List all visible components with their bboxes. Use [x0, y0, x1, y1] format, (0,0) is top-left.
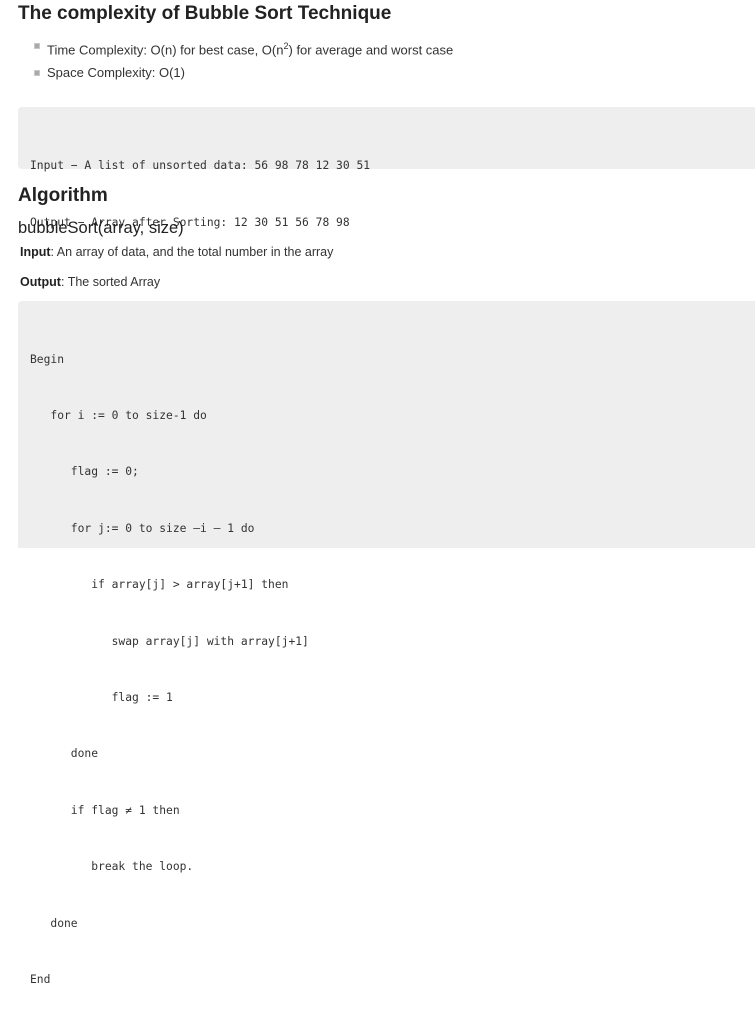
input-description: Input: An array of data, and the total n…: [20, 245, 333, 259]
space-complexity-text: Space Complexity: O(1): [47, 65, 185, 80]
list-item-space-complexity: Space Complexity: O(1): [34, 63, 453, 90]
pseudocode-block: Begin for i := 0 to size-1 do flag := 0;…: [18, 301, 755, 986]
code-line: done: [30, 916, 78, 930]
output-text: : The sorted Array: [60, 275, 161, 289]
code-line: if flag ≠ 1 then: [30, 803, 180, 817]
input-label: Input: [20, 245, 51, 259]
example-input-line: Input − A list of unsorted data: 56 98 7…: [30, 159, 371, 172]
pseudocode: Begin for i := 0 to size-1 do flag := 0;…: [30, 313, 309, 1027]
code-line: flag := 1: [30, 690, 173, 704]
input-text: : An array of data, and the total number…: [50, 245, 334, 259]
time-complexity-text: Time Complexity: O(n) for best case, O(n: [47, 42, 284, 58]
square-bullet-icon: [34, 43, 40, 49]
example-code-block: Input − A list of unsorted data: 56 98 7…: [18, 107, 755, 229]
function-signature: bubbleSort(array, size): [18, 219, 184, 237]
code-line: done: [30, 747, 99, 761]
complexity-heading: The complexity of Bubble Sort Technique: [18, 3, 392, 24]
code-line: Begin: [30, 352, 65, 366]
output-label: Output: [20, 275, 61, 289]
code-line: swap array[j] with array[j+1]: [30, 634, 309, 648]
code-line: break the loop.: [30, 860, 194, 874]
output-description: Output: The sorted Array: [20, 275, 160, 289]
code-line: End: [30, 972, 51, 986]
time-complexity-rest: ) for average and worst case: [288, 42, 454, 58]
square-bullet-icon: [34, 70, 40, 76]
complexity-list: Time Complexity: O(n) for best case, O(n…: [34, 36, 453, 90]
code-line: for j:= 0 to size –i – 1 do: [30, 521, 255, 535]
list-item-time-complexity: Time Complexity: O(n) for best case, O(n…: [34, 36, 453, 63]
code-line: flag := 0;: [30, 465, 139, 479]
code-line: for i := 0 to size-1 do: [30, 408, 207, 422]
code-line: if array[j] > array[j+1] then: [30, 578, 289, 592]
algorithm-heading: Algorithm: [18, 185, 108, 206]
